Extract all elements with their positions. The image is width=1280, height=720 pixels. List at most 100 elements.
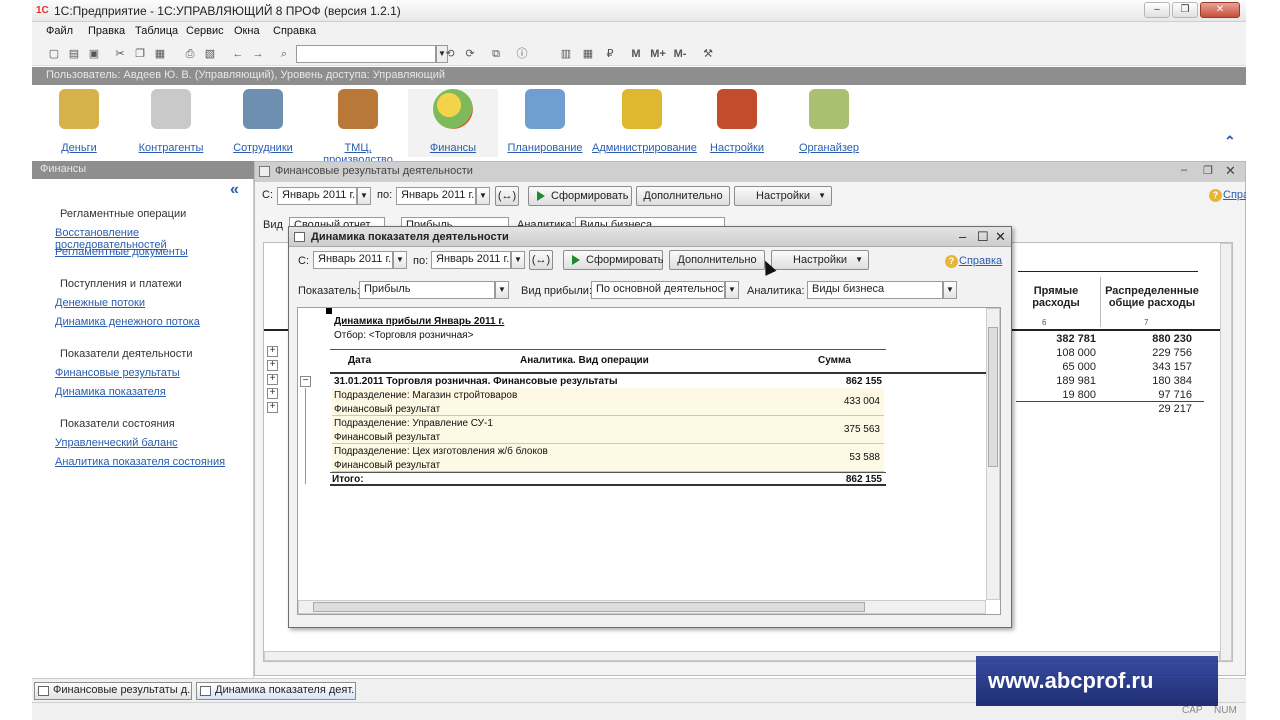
back-icon[interactable]: ← xyxy=(230,46,246,62)
menu-windows[interactable]: Окна xyxy=(234,25,260,37)
to-period-field[interactable]: Январь 2011 г. xyxy=(396,187,476,205)
from-dropdown-icon[interactable]: ▼ xyxy=(393,251,407,269)
scroll-thumb[interactable] xyxy=(988,327,998,467)
analytics-field[interactable]: Виды бизнеса xyxy=(807,281,943,299)
expand-icon[interactable]: + xyxy=(267,360,278,371)
menu-help[interactable]: Справка xyxy=(273,25,316,37)
minimize-icon[interactable]: – xyxy=(1181,164,1187,176)
group-row-sum: 862 155 xyxy=(845,376,882,387)
section-inventory[interactable]: ТМЦ, производство xyxy=(310,89,406,166)
section-counterparties[interactable]: Контрагенты xyxy=(126,89,216,157)
search-icon[interactable]: ⌕ xyxy=(276,46,292,62)
from-dropdown-icon[interactable]: ▼ xyxy=(357,187,371,205)
memory-plus-button[interactable]: M+ xyxy=(648,46,668,62)
nav-link[interactable]: Динамика показателя xyxy=(55,386,166,398)
find-next-icon[interactable]: ⟲ xyxy=(442,46,458,62)
find-prev-icon[interactable]: ⟳ xyxy=(462,46,478,62)
table-row[interactable]: Подразделение: Магазин стройтоваров Фина… xyxy=(332,388,884,416)
preview-icon[interactable]: ▧ xyxy=(202,46,218,62)
collapse-panel-icon[interactable]: « xyxy=(230,181,239,199)
nav-link[interactable]: Аналитика показателя состояния xyxy=(55,456,225,468)
more-button[interactable]: Дополнительно xyxy=(636,186,730,206)
section-employees[interactable]: Сотрудники xyxy=(218,89,308,157)
memory-button[interactable]: M xyxy=(628,46,644,62)
horizontal-scrollbar[interactable] xyxy=(298,600,986,614)
analytics-dropdown-icon[interactable]: ▼ xyxy=(943,281,957,299)
minimize-icon[interactable]: – xyxy=(959,229,966,244)
menu-service[interactable]: Сервис xyxy=(186,25,224,37)
table-row[interactable]: Подразделение: Цех изготовления ж/б блок… xyxy=(332,444,884,472)
nav-link[interactable]: Регламентные документы xyxy=(55,246,188,258)
help-link[interactable]: Справка xyxy=(959,255,1002,267)
minimize-button[interactable]: – xyxy=(1144,2,1170,18)
expand-icon[interactable]: + xyxy=(267,388,278,399)
section-administration[interactable]: Администрирование xyxy=(592,89,697,157)
close-icon[interactable]: ✕ xyxy=(1225,163,1236,179)
forward-icon[interactable]: → xyxy=(250,46,266,62)
collapse-sections-icon[interactable]: ⌃ xyxy=(1224,133,1236,150)
period-select-button[interactable]: (↔) xyxy=(495,186,519,206)
vertical-scrollbar[interactable] xyxy=(986,308,1000,600)
to-dropdown-icon[interactable]: ▼ xyxy=(476,187,490,205)
generate-button[interactable]: Сформировать xyxy=(563,250,664,270)
settings-button[interactable]: Настройки ▼ xyxy=(734,186,832,206)
nav-link[interactable]: Денежные потоки xyxy=(55,297,145,309)
from-period-field[interactable]: Январь 2011 г. xyxy=(313,251,393,269)
memory-minus-button[interactable]: M- xyxy=(670,46,690,62)
to-period-field[interactable]: Январь 2011 г. xyxy=(431,251,511,269)
indicator-field[interactable]: Прибыль xyxy=(359,281,495,299)
section-money[interactable]: Деньги xyxy=(34,89,124,157)
calculator-icon[interactable]: ▥ xyxy=(558,46,574,62)
maximize-button[interactable]: ❐ xyxy=(1172,2,1198,18)
to-dropdown-icon[interactable]: ▼ xyxy=(511,251,525,269)
help-link[interactable]: Справка xyxy=(1223,189,1246,201)
copy-icon[interactable]: ❐ xyxy=(132,46,148,62)
settings-button[interactable]: Настройки ▼ xyxy=(771,250,869,270)
paste-icon[interactable]: ▦ xyxy=(152,46,168,62)
nav-link[interactable]: Финансовые результаты xyxy=(55,367,180,379)
section-planning[interactable]: Планирование xyxy=(500,89,590,157)
expand-icon[interactable]: + xyxy=(267,374,278,385)
close-icon[interactable]: ✕ xyxy=(995,229,1006,245)
search-input[interactable] xyxy=(296,45,436,63)
from-period-field[interactable]: Январь 2011 г. xyxy=(277,187,357,205)
vertical-scrollbar[interactable] xyxy=(1220,243,1232,661)
section-settings[interactable]: Настройки xyxy=(692,89,782,157)
section-finance[interactable]: Финансы xyxy=(408,89,498,157)
close-button[interactable]: ✕ xyxy=(1200,2,1240,18)
expand-icon[interactable]: + xyxy=(267,346,278,357)
open-icon[interactable]: ▤ xyxy=(66,46,82,62)
task-indicator-dynamics[interactable]: Динамика показателя деят... xyxy=(196,682,356,700)
print-icon[interactable]: ⎙ xyxy=(182,46,198,62)
more-button[interactable]: Дополнительно xyxy=(669,250,765,270)
new-doc-icon[interactable]: ▢ xyxy=(46,46,62,62)
period-select-button[interactable]: (↔) xyxy=(529,250,553,270)
menu-edit[interactable]: Правка xyxy=(88,25,125,37)
expand-icon[interactable]: + xyxy=(267,402,278,413)
table-row[interactable]: Подразделение: Управление СУ-1 Финансовы… xyxy=(332,416,884,444)
currency-icon[interactable]: ₽ xyxy=(602,46,618,62)
table-cell: 189 981 xyxy=(1056,375,1096,387)
profit-type-dropdown-icon[interactable]: ▼ xyxy=(725,281,739,299)
section-organizer[interactable]: Органайзер xyxy=(784,89,874,157)
column-number: 7 xyxy=(1144,318,1149,327)
menu-file[interactable]: Файл xyxy=(46,25,73,37)
menu-table[interactable]: Таблица xyxy=(135,25,178,37)
task-financial-results[interactable]: Финансовые результаты д... xyxy=(34,682,192,700)
maximize-icon[interactable]: ☐ xyxy=(977,229,989,245)
save-icon[interactable]: ▣ xyxy=(86,46,102,62)
info-icon[interactable]: ⓘ xyxy=(514,46,530,62)
scroll-thumb[interactable] xyxy=(313,602,865,612)
tools-icon[interactable]: ⚒ xyxy=(700,46,716,62)
calendar-icon[interactable]: ▦ xyxy=(580,46,596,62)
cut-icon[interactable]: ✂ xyxy=(112,46,128,62)
profit-type-field[interactable]: По основной деятельности xyxy=(591,281,725,299)
collapse-icon[interactable]: − xyxy=(300,376,311,387)
indicator-dropdown-icon[interactable]: ▼ xyxy=(495,281,509,299)
window-icon[interactable]: ⧉ xyxy=(488,46,504,62)
generate-button[interactable]: Сформировать xyxy=(528,186,632,206)
nav-link[interactable]: Динамика денежного потока xyxy=(55,316,200,328)
to-label: по: xyxy=(377,189,393,201)
nav-link[interactable]: Управленческий баланс xyxy=(55,437,178,449)
restore-icon[interactable]: ❐ xyxy=(1203,164,1213,177)
